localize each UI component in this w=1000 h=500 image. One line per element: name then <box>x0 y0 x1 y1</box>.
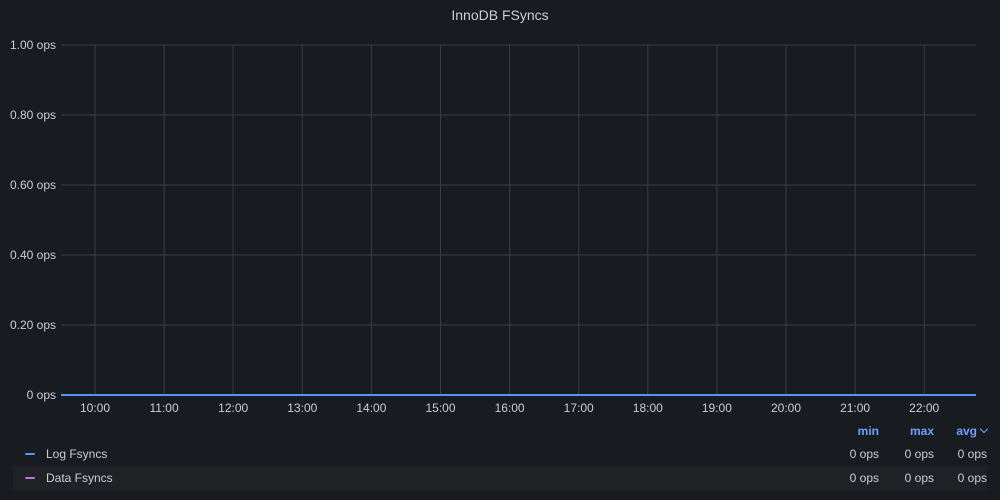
x-tick-label: 16:00 <box>495 401 525 415</box>
x-tick-label: 22:00 <box>909 401 939 415</box>
x-tick-label: 10:00 <box>80 401 110 415</box>
y-tick-label: 1.00 ops <box>10 38 56 52</box>
x-tick-label: 15:00 <box>425 401 455 415</box>
y-axis-ticks: 0 ops 0.20 ops 0.40 ops 0.60 ops 0.80 ops 1.0… <box>10 38 56 402</box>
y-tick-label: 0.40 ops <box>10 248 56 262</box>
x-tick-label: 20:00 <box>771 401 801 415</box>
legend-sort-avg[interactable]: avg <box>956 424 989 438</box>
x-tick-label: 18:00 <box>633 401 663 415</box>
legend-series-name[interactable]: Data Fsyncs <box>46 466 113 490</box>
legend-series-name[interactable]: Log Fsyncs <box>46 442 107 466</box>
legend-header: min max avg <box>13 420 989 442</box>
legend-row-log-fsyncs[interactable]: Log Fsyncs 0 ops 0 ops 0 ops <box>13 442 987 466</box>
x-tick-label: 13:00 <box>287 401 317 415</box>
y-tick-label: 0.20 ops <box>10 318 56 332</box>
x-axis-ticks: 10:00 11:00 12:00 13:00 14:00 15:00 16:00 17:00… <box>80 401 940 415</box>
legend-max-value: 0 ops <box>904 471 934 485</box>
x-tick-label: 14:00 <box>356 401 386 415</box>
x-tick-label: 17:00 <box>564 401 594 415</box>
x-tick-label: 21:00 <box>840 401 870 415</box>
y-tick-label: 0.60 ops <box>10 178 56 192</box>
legend-sort-min[interactable]: min <box>858 424 879 438</box>
x-tick-label: 19:00 <box>702 401 732 415</box>
graph-panel: InnoDB FSyncs 0 ops 0.20 ops 0.40 ops 0.60 … <box>0 0 1000 500</box>
legend-max-value: 0 ops <box>904 447 934 461</box>
series-color-swatch[interactable] <box>25 477 35 479</box>
x-tick-label: 12:00 <box>218 401 248 415</box>
y-tick-label: 0.80 ops <box>10 108 56 122</box>
legend-min-value: 0 ops <box>849 447 879 461</box>
legend-sort-max[interactable]: max <box>910 424 934 438</box>
chart-plot-area: 0 ops 0.20 ops 0.40 ops 0.60 ops 0.80 ops 1.0… <box>10 38 976 415</box>
chevron-down-icon <box>979 424 989 434</box>
series-color-swatch[interactable] <box>25 453 35 455</box>
legend-avg-value: 0 ops <box>957 471 987 485</box>
legend-avg-value: 0 ops <box>957 447 987 461</box>
legend-table: min max avg Log Fsyncs 0 ops 0 ops 0 ops… <box>13 420 989 490</box>
y-tick-label: 0 ops <box>27 388 56 402</box>
grid-lines <box>61 44 976 396</box>
x-tick-label: 11:00 <box>150 401 179 415</box>
legend-avg-label: avg <box>956 424 977 438</box>
legend-min-value: 0 ops <box>849 471 879 485</box>
legend-row-data-fsyncs[interactable]: Data Fsyncs 0 ops 0 ops 0 ops <box>13 466 987 490</box>
